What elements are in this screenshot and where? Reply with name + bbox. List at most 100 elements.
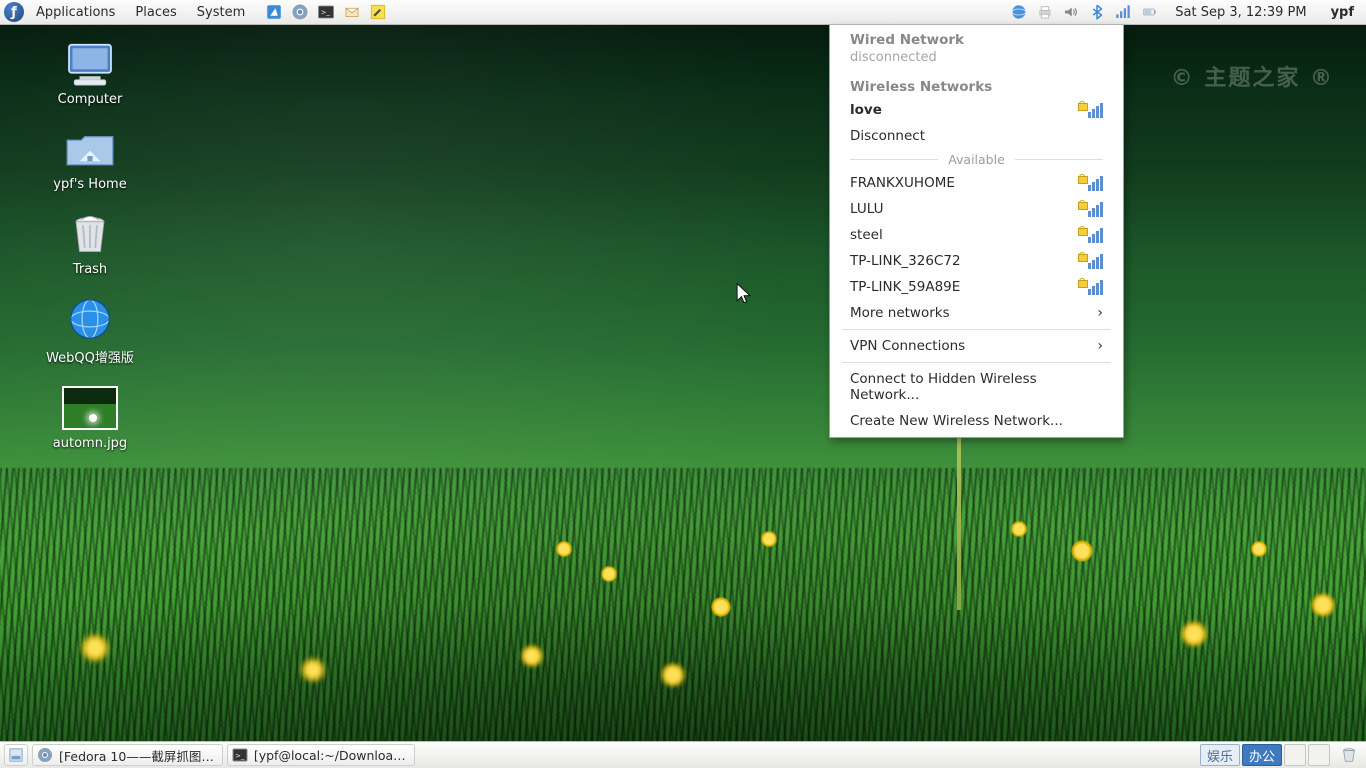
wifi-available-item[interactable]: TP-LINK_59A89E bbox=[830, 274, 1123, 300]
wifi-disconnect-item[interactable]: Disconnect bbox=[830, 123, 1123, 149]
show-desktop-button[interactable] bbox=[4, 744, 28, 766]
flower bbox=[600, 565, 618, 583]
image-thumb-icon bbox=[62, 384, 118, 432]
wifi-ssid-label: love bbox=[850, 102, 882, 118]
desktop-icon-label: WebQQ增强版 bbox=[46, 347, 134, 366]
tray-bluetooth-icon[interactable] bbox=[1087, 2, 1107, 22]
clock[interactable]: Sat Sep 3, 12:39 PM bbox=[1163, 5, 1318, 20]
desktop-icon-label: ypf's Home bbox=[53, 177, 126, 192]
wired-network-header: Wired Network bbox=[830, 25, 1123, 50]
launcher-chromium-icon[interactable] bbox=[289, 1, 311, 23]
workspace-3[interactable] bbox=[1284, 744, 1306, 766]
wallpaper-watermark: © 主题之家 ® bbox=[1171, 60, 1334, 92]
taskbar-button[interactable]: [Fedora 10——截屏抓图… bbox=[32, 744, 223, 766]
lock-icon bbox=[1078, 226, 1086, 236]
flower bbox=[1310, 592, 1336, 618]
wifi-ssid-label: steel bbox=[850, 227, 883, 243]
menu-separator bbox=[842, 329, 1111, 330]
tray-volume-icon[interactable] bbox=[1061, 2, 1081, 22]
grass-layer bbox=[0, 468, 1366, 768]
disconnect-label: Disconnect bbox=[850, 128, 925, 144]
top-panel: ƒ Applications Places System >_ bbox=[0, 0, 1366, 25]
webqq-icon bbox=[62, 295, 118, 343]
tray-network-icon[interactable] bbox=[1113, 2, 1133, 22]
svg-text:>_: >_ bbox=[321, 8, 331, 16]
desktop-icon-home[interactable]: ypf's Home bbox=[30, 125, 150, 192]
more-networks-item[interactable]: More networks › bbox=[830, 300, 1123, 326]
flower bbox=[520, 644, 544, 668]
lock-icon bbox=[1078, 252, 1086, 262]
computer-icon bbox=[62, 40, 118, 88]
tray-trash-icon[interactable] bbox=[1338, 744, 1360, 766]
menu-places[interactable]: Places bbox=[125, 2, 186, 23]
menu-system[interactable]: System bbox=[187, 2, 255, 23]
desktop-icon-label: automn.jpg bbox=[53, 436, 127, 451]
bottom-panel: [Fedora 10——截屏抓图… >_ [ypf@local:~/Downlo… bbox=[0, 741, 1366, 768]
connect-hidden-item[interactable]: Connect to Hidden Wireless Network... bbox=[830, 366, 1123, 408]
vpn-connections-item[interactable]: VPN Connections › bbox=[830, 333, 1123, 359]
chromium-icon bbox=[37, 747, 53, 763]
tray-globe-icon[interactable] bbox=[1009, 2, 1029, 22]
menu-separator bbox=[842, 362, 1111, 363]
folder-home-icon bbox=[62, 125, 118, 173]
wifi-ssid-label: TP-LINK_59A89E bbox=[850, 279, 960, 295]
launcher-terminal-icon[interactable]: >_ bbox=[315, 1, 337, 23]
wifi-signal-icon bbox=[1088, 254, 1103, 269]
wifi-signal-icon bbox=[1088, 228, 1103, 243]
tray-printer-icon[interactable] bbox=[1035, 2, 1055, 22]
wifi-ssid-label: TP-LINK_326C72 bbox=[850, 253, 961, 269]
terminal-icon: >_ bbox=[232, 747, 248, 763]
network-menu: Wired Network disconnected Wireless Netw… bbox=[829, 25, 1124, 438]
launcher-mail-icon[interactable] bbox=[341, 1, 363, 23]
flower bbox=[1010, 520, 1028, 538]
launcher-notes-icon[interactable] bbox=[367, 1, 389, 23]
workspace-1[interactable]: 娱乐 bbox=[1200, 744, 1240, 766]
wifi-available-item[interactable]: steel bbox=[830, 222, 1123, 248]
wifi-available-item[interactable]: TP-LINK_326C72 bbox=[830, 248, 1123, 274]
wifi-connected-item[interactable]: love bbox=[830, 97, 1123, 123]
chevron-right-icon: › bbox=[1097, 305, 1103, 321]
svg-text:>_: >_ bbox=[235, 752, 245, 760]
desktop-icon-label: Computer bbox=[58, 92, 123, 107]
desktop-icon-webqq[interactable]: WebQQ增强版 bbox=[30, 295, 150, 366]
flower bbox=[1180, 620, 1208, 648]
wifi-signal-icon bbox=[1088, 103, 1103, 118]
wifi-signal-icon bbox=[1088, 202, 1103, 217]
desktop-background[interactable]: © 主题之家 ® bbox=[0, 0, 1366, 768]
flower bbox=[710, 596, 732, 618]
wired-network-status: disconnected bbox=[830, 50, 1123, 72]
taskbar-label: [Fedora 10——截屏抓图… bbox=[59, 746, 214, 765]
wifi-signal-icon bbox=[1088, 176, 1103, 191]
top-menu-left: ƒ Applications Places System bbox=[0, 2, 255, 23]
create-new-network-item[interactable]: Create New Wireless Network... bbox=[830, 408, 1123, 437]
chevron-right-icon: › bbox=[1097, 338, 1103, 354]
wifi-ssid-label: LULU bbox=[850, 201, 883, 217]
flower bbox=[300, 657, 326, 683]
wifi-signal-icon bbox=[1088, 280, 1103, 295]
tray-battery-icon[interactable] bbox=[1139, 2, 1159, 22]
flower bbox=[80, 633, 110, 663]
taskbar-button[interactable]: >_ [ypf@local:~/Downloa… bbox=[227, 744, 415, 766]
lock-icon bbox=[1078, 174, 1086, 184]
flower bbox=[555, 540, 573, 558]
desktop-icons: Computer ypf's Home Trash WebQQ增强版 autom… bbox=[30, 40, 150, 451]
wireless-networks-header: Wireless Networks bbox=[830, 72, 1123, 97]
user-menu[interactable]: ypf bbox=[1319, 5, 1366, 20]
lock-icon bbox=[1078, 101, 1086, 111]
desktop-icon-automn[interactable]: automn.jpg bbox=[30, 384, 150, 451]
flower bbox=[1070, 539, 1094, 563]
desktop-icon-trash[interactable]: Trash bbox=[30, 210, 150, 277]
workspace-4[interactable] bbox=[1308, 744, 1330, 766]
flower bbox=[760, 530, 778, 548]
flower bbox=[1250, 540, 1268, 558]
lock-icon bbox=[1078, 278, 1086, 288]
workspace-2[interactable]: 办公 bbox=[1242, 744, 1282, 766]
wifi-available-item[interactable]: LULU bbox=[830, 196, 1123, 222]
flower bbox=[660, 662, 686, 688]
desktop-icon-computer[interactable]: Computer bbox=[30, 40, 150, 107]
wifi-available-item[interactable]: FRANKXUHOME bbox=[830, 170, 1123, 196]
menu-applications[interactable]: Applications bbox=[26, 2, 125, 23]
launcher-app-icon[interactable] bbox=[263, 1, 285, 23]
mouse-cursor-icon bbox=[735, 282, 753, 310]
fedora-logo-icon[interactable]: ƒ bbox=[4, 2, 24, 22]
